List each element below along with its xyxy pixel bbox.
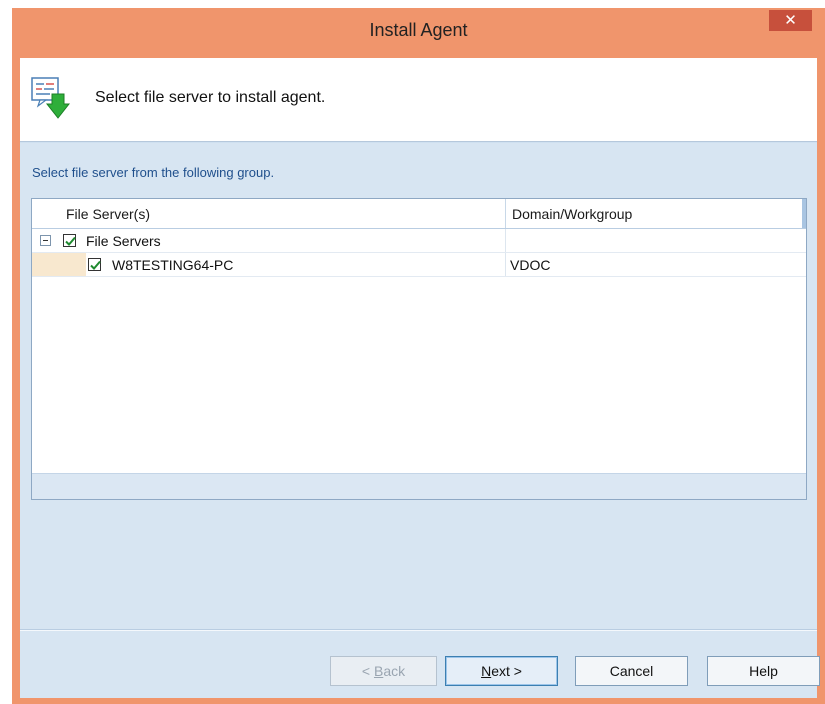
back-prefix: < [361,663,374,679]
group-label: File Servers [86,233,161,249]
cell-divider [505,253,506,277]
back-rest: ack [383,663,406,679]
body-panel: Select file server from the following gr… [20,143,817,629]
install-agent-icon [30,74,71,122]
row-divider [32,276,806,277]
help-button[interactable]: Help [707,656,820,686]
next-button[interactable]: Next > [445,656,558,686]
server-name: W8TESTING64-PC [112,257,234,273]
back-mnemonic: B [373,663,384,679]
tree-row-group[interactable]: File Servers [32,229,806,253]
checkmark-icon [65,236,76,246]
tree-footer-bar [32,473,806,499]
column-header-domain[interactable]: Domain/Workgroup [512,206,632,222]
next-mnemonic: N [481,663,492,679]
header-text: Select file server to install agent. [95,89,326,106]
server-checkbox[interactable] [88,258,101,271]
button-area: < Back Next > Cancel Help [20,631,820,698]
next-rest: ext > [491,663,522,679]
cell-divider [505,229,506,253]
title-bar[interactable]: Install Agent ✕ [12,8,825,58]
cancel-button[interactable]: Cancel [575,656,688,686]
tree-row-server[interactable]: W8TESTING64-PC VDOC [32,253,806,277]
column-separator[interactable] [505,199,506,228]
row-indent-area [32,253,86,277]
back-button[interactable]: < Back [330,656,437,686]
collapse-icon[interactable] [40,235,51,246]
checkmark-icon [90,260,101,270]
file-server-tree[interactable]: File Server(s) Domain/Workgroup File Ser… [31,198,807,500]
window-title: Install Agent [369,20,468,40]
tree-header: File Server(s) Domain/Workgroup [32,199,806,229]
column-header-file-servers[interactable]: File Server(s) [66,206,150,222]
server-domain: VDOC [510,257,551,273]
install-agent-window: Install Agent ✕ Select file server to in… [12,8,825,704]
close-button[interactable]: ✕ [769,10,812,31]
header-panel: Select file server to install agent. [20,58,817,142]
dialog-client-area: Select file server to install agent. Sel… [20,58,820,698]
instruction-text: Select file server from the following gr… [32,165,275,180]
group-checkbox[interactable] [63,234,76,247]
header-scroll-accent [802,199,806,228]
